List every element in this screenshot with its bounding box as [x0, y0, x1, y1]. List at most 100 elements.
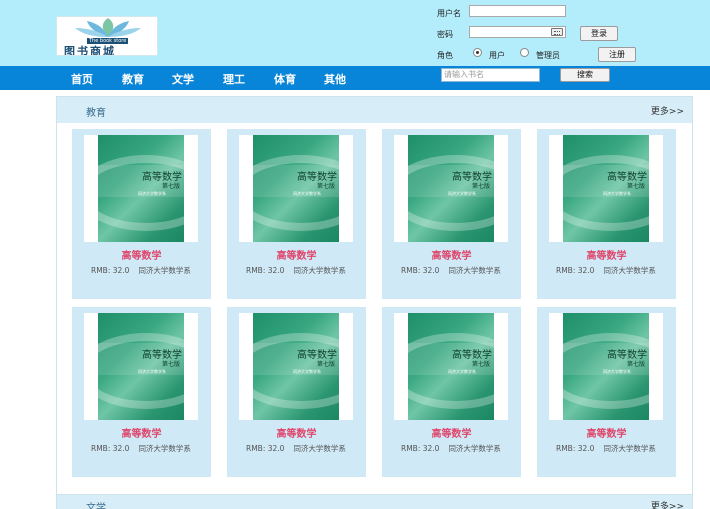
book-meta: RMB: 32.0 同济大学数学系	[246, 443, 346, 454]
book-meta: RMB: 32.0 同济大学数学系	[556, 443, 656, 454]
search-input[interactable]: 请输入书名	[441, 68, 540, 82]
book-card[interactable]: 高等数学 第七版 同济大学数学系高等数学 RMB: 32.0 同济大学数学系	[72, 129, 211, 299]
book-card[interactable]: 高等数学 第七版 同济大学数学系高等数学 RMB: 32.0 同济大学数学系	[382, 129, 521, 299]
site-header: The book store 图书商城 用户名 密码 登录 角色 用户 管理员 …	[0, 0, 710, 66]
book-card[interactable]: 高等数学 第七版 同济大学数学系 高等数学 RMB: 32.0 同济大学数学系	[72, 307, 211, 477]
role-user-label: 用户	[489, 51, 505, 60]
book-price: RMB: 32.0	[556, 444, 595, 453]
cover-edition: 第七版	[162, 183, 181, 190]
username-input[interactable]	[469, 5, 566, 17]
book-meta: RMB: 32.0 同济大学数学系	[91, 443, 191, 454]
username-label: 用户名	[437, 9, 461, 18]
literature-section-header: 文学 更多>>	[56, 494, 693, 509]
book-card[interactable]: 高等数学 第七版 同济大学数学系高等数学 RMB: 32.0 同济大学数学系	[382, 307, 521, 477]
book-meta: RMB: 32.0 同济大学数学系	[401, 265, 501, 276]
book-cover[interactable]: 高等数学 第七版 同济大学数学系	[394, 313, 508, 420]
search-button[interactable]: 搜索	[560, 68, 610, 82]
cover-edition: 第七版	[472, 361, 491, 368]
book-cover[interactable]: 高等数学 第七版 同济大学数学系	[549, 313, 663, 420]
cover-edition: 第七版	[627, 183, 646, 190]
book-author: 同济大学数学系	[603, 444, 656, 453]
cover-author: 同济大学数学系	[293, 369, 321, 374]
lotus-logo-icon	[75, 18, 141, 37]
book-author: 同济大学数学系	[448, 444, 501, 453]
book-price: RMB: 32.0	[401, 266, 440, 275]
logo-title: 图书商城	[64, 45, 116, 56]
book-cover[interactable]: 高等数学 第七版 同济大学数学系	[239, 313, 353, 420]
book-title[interactable]: 高等数学	[72, 247, 211, 262]
book-card[interactable]: 高等数学 第七版 同济大学数学系高等数学 RMB: 32.0 同济大学数学系	[227, 307, 366, 477]
nav-item-home[interactable]: 首页	[71, 71, 93, 87]
book-cover[interactable]: 高等数学 第七版 同济大学数学系	[84, 135, 198, 242]
book-price: RMB: 32.0	[91, 444, 130, 453]
book-title[interactable]: 高等数学	[537, 425, 676, 440]
password-label: 密码	[437, 30, 453, 39]
book-price: RMB: 32.0	[246, 444, 285, 453]
book-cover-image: 高等数学 第七版 同济大学数学系	[253, 313, 339, 420]
cover-author: 同济大学数学系	[448, 369, 476, 374]
book-meta: RMB: 32.0 同济大学数学系	[401, 443, 501, 454]
book-title[interactable]: 高等数学	[382, 247, 521, 262]
book-cover-image: 高等数学 第七版 同济大学数学系	[408, 135, 494, 242]
literature-section-title: 文学	[86, 503, 106, 509]
cover-edition: 第七版	[317, 361, 336, 368]
book-cover-image: 高等数学 第七版 同济大学数学系	[98, 313, 184, 420]
book-author: 同济大学数学系	[603, 266, 656, 275]
section-title: 教育	[86, 108, 106, 119]
book-cover-image: 高等数学 第七版 同济大学数学系	[408, 313, 494, 420]
cover-edition: 第七版	[162, 361, 181, 368]
book-card[interactable]: 高等数学 第七版 同济大学数学系高等数学 RMB: 32.0 同济大学数学系	[227, 129, 366, 299]
cover-edition: 第七版	[317, 183, 336, 190]
book-meta: RMB: 32.0 同济大学数学系	[91, 265, 191, 276]
book-meta: RMB: 32.0 同济大学数学系	[556, 265, 656, 276]
cover-edition: 第七版	[472, 183, 491, 190]
book-title[interactable]: 高等数学	[537, 247, 676, 262]
book-price: RMB: 32.0	[246, 266, 285, 275]
literature-more-link[interactable]: 更多>>	[651, 499, 684, 509]
nav-item-education[interactable]: 教育	[122, 71, 144, 87]
book-cover[interactable]: 高等数学 第七版 同济大学数学系	[239, 135, 353, 242]
book-cover-image: 高等数学 第七版 同济大学数学系	[563, 135, 649, 242]
cover-edition: 第七版	[627, 361, 646, 368]
cover-author: 同济大学数学系	[448, 191, 476, 196]
education-section: 教育 更多>> 高等数学 第七版 同济大学数学系 高等数学 RMB: 32.0 同济大学数…	[56, 96, 693, 509]
cover-author: 同济大学数学系	[138, 191, 166, 196]
book-meta: RMB: 32.0 同济大学数学系	[246, 265, 346, 276]
book-title[interactable]: 高等数学	[227, 425, 366, 440]
nav-item-sports[interactable]: 体育	[274, 71, 296, 87]
password-input[interactable]	[469, 26, 566, 38]
book-cover-image: 高等数学 第七版 同济大学数学系	[253, 135, 339, 242]
book-title[interactable]: 高等数学	[72, 425, 211, 440]
cover-author: 同济大学数学系	[138, 369, 166, 374]
role-admin-label: 管理员	[536, 51, 560, 60]
cover-author: 同济大学数学系	[603, 191, 631, 196]
book-author: 同济大学数学系	[293, 266, 346, 275]
book-author: 同济大学数学系	[448, 266, 501, 275]
book-title[interactable]: 高等数学	[227, 247, 366, 262]
book-title[interactable]: 高等数学	[382, 425, 521, 440]
role-user-radio[interactable]	[473, 48, 482, 57]
cover-author: 同济大学数学系	[603, 369, 631, 374]
more-link[interactable]: 更多>>	[651, 104, 684, 117]
role-admin-radio[interactable]	[520, 48, 529, 57]
book-price: RMB: 32.0	[556, 266, 595, 275]
book-card[interactable]: 高等数学 第七版 同济大学数学系高等数学 RMB: 32.0 同济大学数学系	[537, 307, 676, 477]
main-nav: 首页 教育 文学 理工 体育 其他 请输入书名 搜索	[0, 66, 710, 90]
role-label: 角色	[437, 51, 453, 60]
register-button[interactable]: 注册	[598, 47, 636, 62]
book-price: RMB: 32.0	[401, 444, 440, 453]
site-logo[interactable]: The book store 图书商城	[56, 16, 158, 56]
book-cover[interactable]: 高等数学 第七版 同济大学数学系	[84, 313, 198, 420]
book-card[interactable]: 高等数学 第七版 同济大学数学系高等数学 RMB: 32.0 同济大学数学系	[537, 129, 676, 299]
keyboard-icon[interactable]	[551, 28, 563, 36]
nav-item-literature[interactable]: 文学	[172, 71, 194, 87]
book-author: 同济大学数学系	[293, 444, 346, 453]
nav-item-other[interactable]: 其他	[324, 71, 346, 87]
book-cover[interactable]: 高等数学 第七版 同济大学数学系	[394, 135, 508, 242]
book-cover[interactable]: 高等数学 第七版 同济大学数学系	[549, 135, 663, 242]
section-header: 教育 更多>>	[57, 97, 692, 123]
book-author: 同济大学数学系	[138, 266, 191, 275]
login-button[interactable]: 登录	[580, 26, 618, 41]
nav-item-science[interactable]: 理工	[223, 71, 245, 87]
book-cover-image: 高等数学 第七版 同济大学数学系	[98, 135, 184, 242]
